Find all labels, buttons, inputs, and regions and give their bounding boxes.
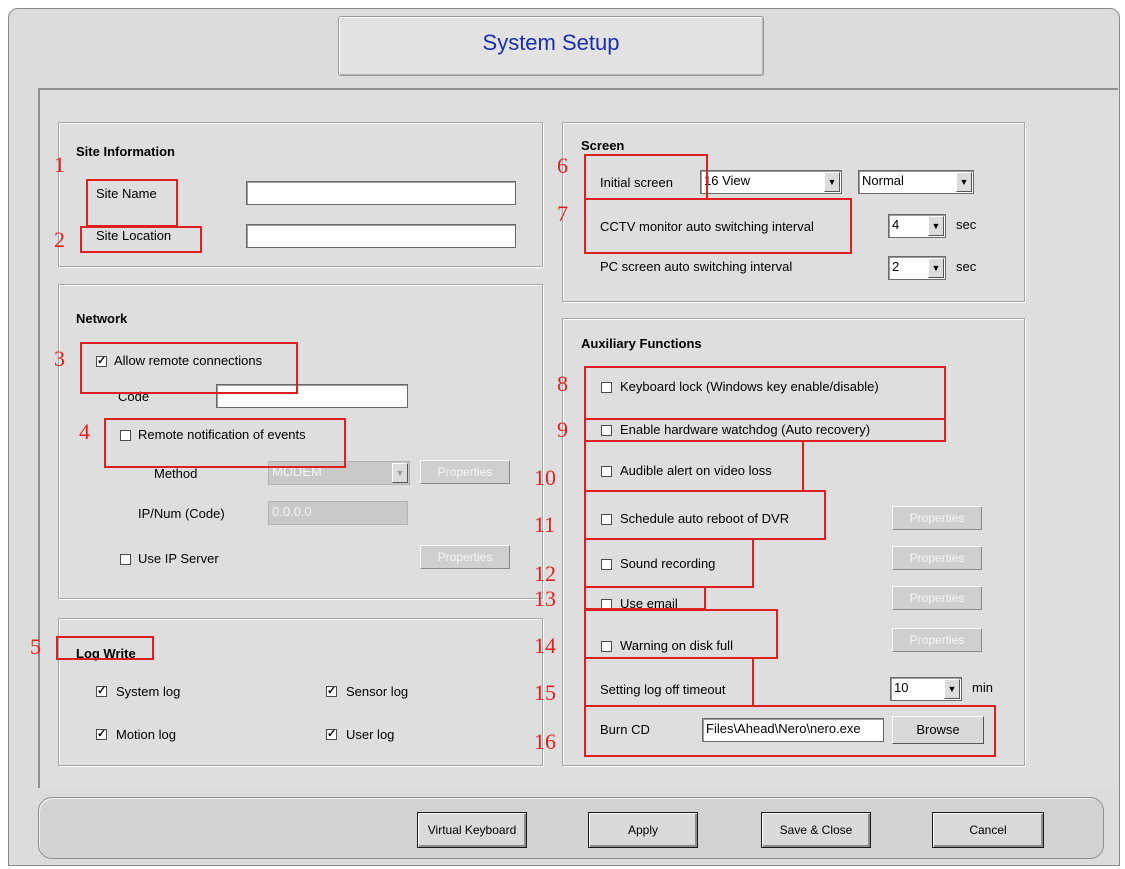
user-log-label: User log: [346, 727, 395, 742]
motion-log-checkbox[interactable]: ✓: [96, 729, 107, 740]
use-ip-server-checkbox[interactable]: [120, 554, 131, 565]
auto-reboot-properties-button[interactable]: Properties: [892, 506, 982, 530]
annotation-box-9: [584, 418, 946, 442]
annotation-box-13: [584, 586, 706, 610]
cctv-sec-unit: sec: [956, 217, 977, 232]
annotation-box-10: [584, 440, 804, 492]
pc-interval-label: PC screen auto switching interval: [600, 259, 793, 274]
annotation-number-7: 7: [557, 201, 568, 226]
use-email-properties-button[interactable]: Properties: [892, 586, 982, 610]
cancel-button[interactable]: Cancel: [932, 812, 1044, 848]
screen-heading: Screen: [581, 138, 625, 153]
annotation-number-13: 13: [534, 586, 556, 611]
sensor-log-label: Sensor log: [346, 684, 409, 699]
pc-interval-value: 2: [892, 259, 900, 274]
annotation-box-2: [80, 226, 202, 253]
pc-interval-select[interactable]: 2 ▼: [888, 256, 946, 280]
pc-sec-unit: sec: [956, 259, 977, 274]
window-title: System Setup: [482, 30, 620, 55]
annotation-number-15: 15: [534, 680, 556, 705]
motion-log-label: Motion log: [116, 727, 176, 742]
annotation-number-4: 4: [79, 419, 90, 444]
chevron-down-icon[interactable]: ▼: [944, 679, 960, 699]
logoff-timeout-value: 10: [894, 680, 909, 695]
ip-server-properties-button[interactable]: Properties: [420, 545, 510, 569]
initial-screen-select[interactable]: 16 View ▼: [700, 170, 842, 194]
annotation-box-8: [584, 366, 946, 420]
auxiliary-heading: Auxiliary Functions: [581, 336, 702, 351]
annotation-number-10: 10: [534, 465, 556, 490]
screen-mode-value: Normal: [862, 173, 904, 188]
annotation-number-11: 11: [534, 512, 556, 537]
chevron-down-icon[interactable]: ▼: [392, 463, 408, 483]
annotation-box-15: [584, 657, 754, 707]
use-ip-server-label: Use IP Server: [138, 551, 219, 566]
annotation-number-8: 8: [557, 371, 568, 396]
annotation-number-6: 6: [557, 153, 568, 178]
chevron-down-icon[interactable]: ▼: [928, 216, 944, 236]
site-information-heading: Site Information: [76, 144, 175, 159]
annotation-box-7: [584, 198, 852, 254]
save-close-button[interactable]: Save & Close: [761, 812, 871, 848]
network-heading: Network: [76, 311, 128, 326]
chevron-down-icon[interactable]: ▼: [956, 172, 972, 192]
annotation-box-1: [86, 179, 178, 227]
initial-screen-value: 16 View: [704, 173, 751, 188]
annotation-box-12: [584, 538, 754, 588]
annotation-number-1: 1: [54, 152, 65, 177]
system-log-label: System log: [116, 684, 181, 699]
system-log-checkbox[interactable]: ✓: [96, 686, 107, 697]
annotation-number-3: 3: [54, 346, 65, 371]
method-label: Method: [154, 466, 198, 481]
ipnum-label: IP/Num (Code): [138, 506, 225, 521]
screen-mode-select[interactable]: Normal ▼: [858, 170, 974, 194]
virtual-keyboard-button[interactable]: Virtual Keyboard: [417, 812, 527, 848]
annotation-number-16: 16: [534, 729, 556, 754]
annotation-box-4: [104, 418, 346, 468]
annotation-number-14: 14: [534, 633, 556, 658]
apply-button[interactable]: Apply: [588, 812, 698, 848]
annotation-box-16: [584, 705, 996, 757]
chevron-down-icon[interactable]: ▼: [928, 258, 944, 278]
annotation-box-11: [584, 490, 826, 540]
logoff-min-unit: min: [972, 680, 993, 695]
network-properties-button[interactable]: Properties: [420, 460, 510, 484]
user-log-checkbox[interactable]: ✓: [326, 729, 337, 740]
chevron-down-icon[interactable]: ▼: [824, 172, 840, 192]
disk-full-properties-button[interactable]: Properties: [892, 628, 982, 652]
annotation-number-9: 9: [557, 417, 568, 442]
site-location-input[interactable]: [246, 224, 516, 248]
annotation-box-14: [584, 609, 778, 659]
annotation-box-5: [56, 636, 154, 660]
annotation-number-5: 5: [30, 634, 41, 659]
annotation-box-3: [80, 342, 298, 394]
annotation-box-6: [584, 154, 708, 200]
annotation-number-2: 2: [54, 227, 65, 252]
sound-recording-properties-button[interactable]: Properties: [892, 546, 982, 570]
ipnum-input[interactable]: 0.0.0.0: [268, 501, 408, 525]
site-name-input[interactable]: [246, 181, 516, 205]
annotation-number-12: 12: [534, 561, 556, 586]
cctv-interval-select[interactable]: 4 ▼: [888, 214, 946, 238]
logoff-timeout-select[interactable]: 10 ▼: [890, 677, 962, 701]
sensor-log-checkbox[interactable]: ✓: [326, 686, 337, 697]
cctv-interval-value: 4: [892, 217, 900, 232]
